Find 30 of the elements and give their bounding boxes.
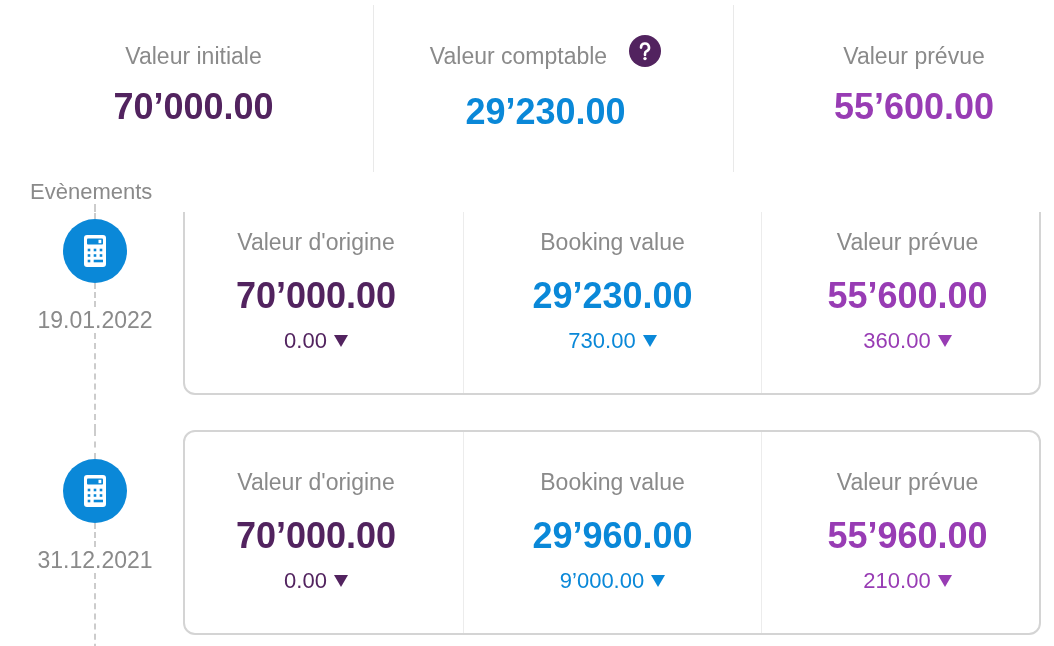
cell-value: 55’600.00 — [827, 276, 988, 316]
help-icon[interactable] — [629, 35, 662, 67]
change-value: 0.00 — [284, 329, 327, 353]
cell-label: Booking value — [540, 229, 685, 255]
section-title: Evènements — [30, 180, 153, 204]
change-value: 9’000.00 — [559, 569, 645, 593]
change-value: 0.00 — [284, 569, 327, 593]
cell-label: Valeur d'origine — [237, 229, 395, 255]
cell-value: 55’960.00 — [827, 516, 988, 556]
summary-label: Valeur prévue — [843, 43, 985, 69]
summary-value: 55’600.00 — [833, 87, 995, 127]
change-value: 210.00 — [863, 569, 931, 593]
event-date: 31.12.2021 — [37, 547, 153, 573]
cell-label: Valeur d'origine — [237, 469, 395, 495]
cell-label: Valeur prévue — [836, 229, 979, 255]
summary-label: Valeur initiale — [125, 43, 262, 69]
summary-value: 70’000.00 — [113, 87, 274, 127]
cell-value: 70’000.00 — [235, 276, 397, 316]
calculator-icon — [63, 219, 127, 283]
summary-label: Valeur comptable — [429, 43, 608, 69]
cell-value: 29’230.00 — [532, 276, 693, 316]
cell-label: Valeur prévue — [836, 469, 979, 495]
change-value: 360.00 — [863, 329, 931, 353]
calculator-icon — [63, 459, 127, 523]
summary-value: 29’230.00 — [465, 92, 626, 132]
change-value: 730.00 — [568, 329, 636, 353]
cell-label: Booking value — [540, 469, 685, 495]
event-date: 19.01.2022 — [37, 307, 153, 333]
cell-value: 29’960.00 — [532, 516, 693, 556]
cell-value: 70’000.00 — [235, 516, 397, 556]
